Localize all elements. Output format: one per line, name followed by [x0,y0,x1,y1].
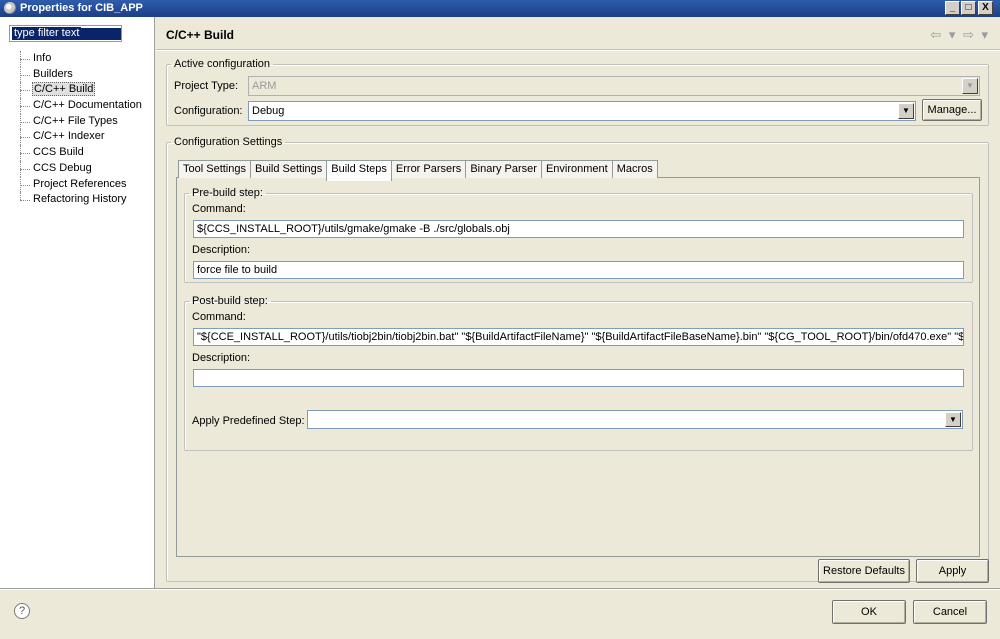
pre-build-description-input[interactable]: force file to build [193,261,964,279]
configuration-combo[interactable]: Debug ▼ [248,101,916,121]
title-bar: Properties for CIB_APP _ □ X [0,0,1000,17]
tree-item-label: C/C++ File Types [33,114,118,127]
chevron-down-icon: ▼ [962,78,978,94]
window-title: Properties for CIB_APP [20,2,143,14]
post-build-description-input[interactable] [193,369,964,387]
tree-item-label: CCS Build [33,146,84,159]
cancel-button[interactable]: Cancel [913,600,987,624]
tree-item-label: CCS Debug [33,161,92,174]
page-title: C/C++ Build [166,28,235,42]
tree-item-label: Refactoring History [33,193,127,206]
post-build-legend: Post-build step: [192,295,268,307]
post-build-command-label: Command: [192,311,246,323]
tree-item-ccs-build[interactable]: CCS Build [20,145,143,161]
tree-item-label: Info [33,52,52,64]
tree-item-builders[interactable]: Builders [20,66,143,83]
post-build-command-input[interactable]: "${CCE_INSTALL_ROOT}/utils/tiobj2bin/tio… [193,328,964,346]
pre-build-command-label: Command: [192,203,246,215]
tree-item-label: C/C++ Indexer [33,130,105,143]
tab-build-steps[interactable]: Build Steps [326,160,392,181]
tree-item-refactoring-history[interactable]: Refactoring History [20,192,143,208]
tab-error-parsers[interactable]: Error Parsers [390,160,467,178]
project-type-label: Project Type: [174,80,238,92]
project-type-value: ARM [252,80,277,92]
ok-button[interactable]: OK [832,600,906,624]
tab-environment[interactable]: Environment [540,160,613,178]
tree-item-label: Project References [33,177,127,190]
post-build-description-label: Description: [192,352,251,364]
tree-item-cpp-file-types[interactable]: C/C++ File Types [20,113,143,130]
pre-build-command-input[interactable]: ${CCS_INSTALL_ROOT}/utils/gmake/gmake -B… [193,220,964,238]
settings-tabs: Tool Settings Build Settings Build Steps Er… [178,158,658,181]
tree-item-label: C/C++ Build [32,82,96,97]
tree-item-label: Builders [33,67,73,80]
tree-item-cpp-indexer[interactable]: C/C++ Indexer [20,129,143,145]
manage-button[interactable]: Manage... [922,99,982,121]
chevron-down-icon[interactable]: ▼ [945,412,961,427]
apply-predefined-step-combo[interactable]: ▼ [307,410,963,429]
pre-build-description-label: Description: [192,244,251,256]
configuration-value: Debug [252,105,285,117]
close-button[interactable]: X [978,1,993,15]
tree-item-label: C/C++ Documentation [33,99,142,112]
tab-macros[interactable]: Macros [611,160,658,178]
property-tree: Info Builders C/C++ Build C/C++ Document… [20,51,143,208]
configuration-settings-legend: Configuration Settings [174,136,283,148]
project-type-combo: ARM ▼ [248,76,980,96]
tree-item-cpp-build[interactable]: C/C++ Build [20,82,143,98]
property-page: C/C++ Build ⇦ ▾ ⇨ ▾ Active configuration… [156,17,1000,588]
apply-predefined-step-label: Apply Predefined Step: [192,415,305,427]
apply-button[interactable]: Apply [916,559,989,583]
restore-defaults-button[interactable]: Restore Defaults [818,559,910,583]
help-icon[interactable]: ? [14,603,30,619]
history-nav: ⇦ ▾ ⇨ ▾ [930,27,990,43]
title-divider [156,49,1000,51]
minimize-button[interactable]: _ [945,1,960,15]
tree-item-info[interactable]: Info [20,51,143,67]
bottom-divider [0,588,1000,590]
tab-binary-parser[interactable]: Binary Parser [465,160,542,178]
tree-item-cpp-documentation[interactable]: C/C++ Documentation [20,98,143,114]
maximize-button[interactable]: □ [961,1,976,15]
sidebar: type filter text Info Builders C/C++ Bui… [0,17,155,588]
tree-item-ccs-debug[interactable]: CCS Debug [20,160,143,177]
chevron-down-icon[interactable]: ▼ [898,103,914,119]
tab-tool-settings[interactable]: Tool Settings [178,160,251,178]
app-icon [4,2,16,14]
forward-arrow-icon[interactable]: ⇨ ▾ [963,27,990,42]
filter-input[interactable] [9,25,122,42]
back-arrow-icon[interactable]: ⇦ ▾ [930,27,957,42]
configuration-label: Configuration: [174,105,243,117]
pre-build-legend: Pre-build step: [192,187,263,199]
tree-item-project-references[interactable]: Project References [20,176,143,193]
tab-build-settings[interactable]: Build Settings [249,160,328,178]
active-configuration-legend: Active configuration [174,58,270,70]
